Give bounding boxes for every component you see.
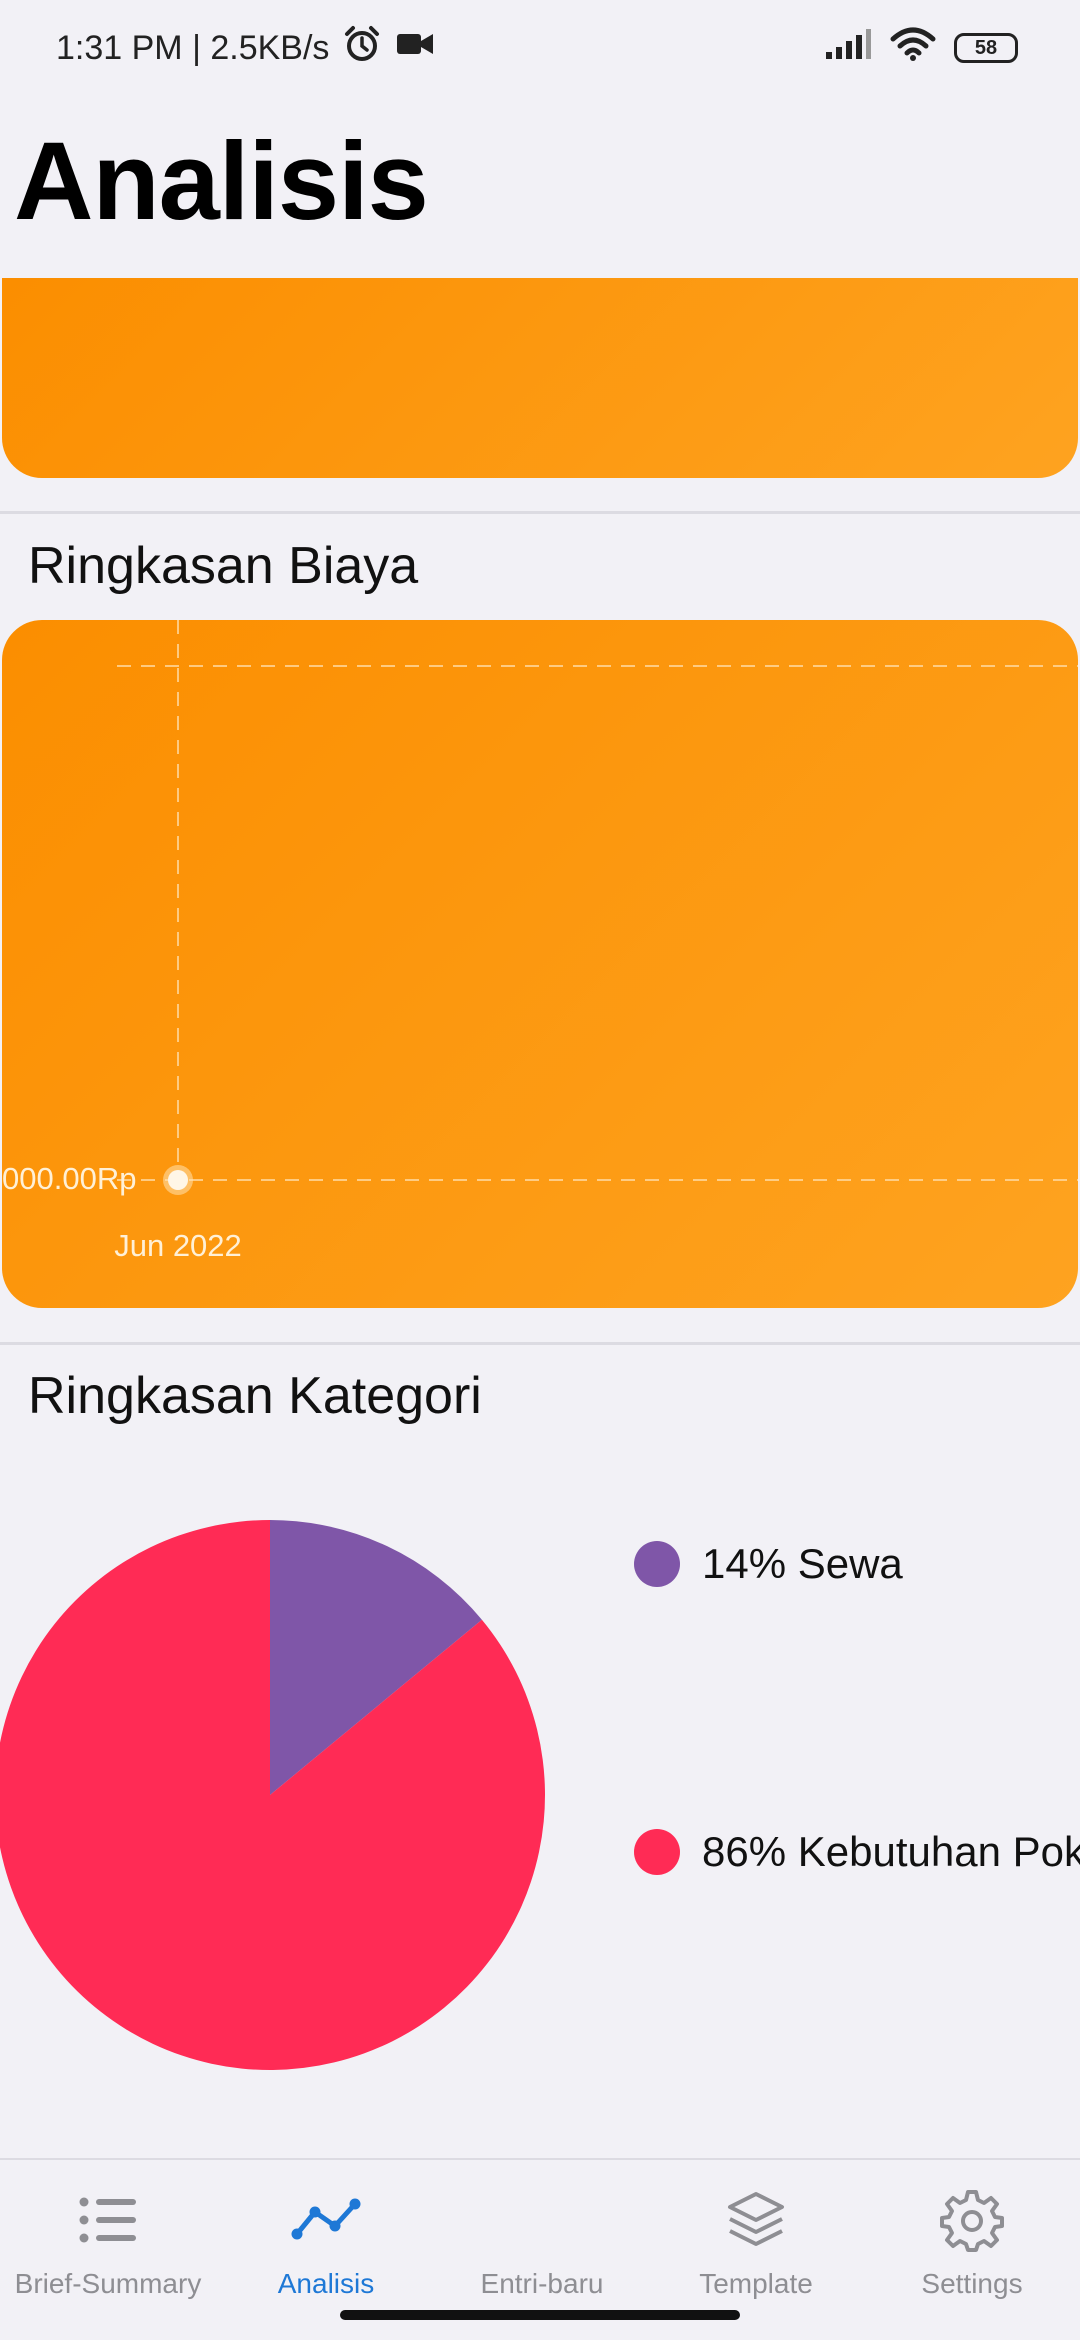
tab-label: Brief-Summary bbox=[14, 2268, 202, 2299]
video-camera-icon bbox=[395, 29, 435, 68]
tab-brief-summary[interactable]: Brief-Summary bbox=[0, 2182, 216, 2322]
tab-label: Entri-baru bbox=[480, 2268, 604, 2299]
home-indicator[interactable] bbox=[340, 2310, 740, 2320]
battery-icon: 58 bbox=[954, 33, 1018, 63]
tab-template[interactable]: Template bbox=[648, 2182, 864, 2322]
legend-dot-sewa bbox=[634, 1541, 680, 1587]
tab-label: Analisis bbox=[277, 2268, 375, 2299]
status-right: 58 bbox=[824, 27, 1018, 70]
section-divider bbox=[0, 511, 1080, 514]
analysis-screen: 1:31 PM | 2.5KB/s 58 Analisis Ringkasan … bbox=[0, 0, 1080, 2340]
layers-icon bbox=[725, 2182, 787, 2258]
cost-summary-title: Ringkasan Biaya bbox=[28, 537, 419, 595]
category-summary-title: Ringkasan Kategori bbox=[28, 1367, 482, 1425]
legend-item-sewa: 14% Sewa bbox=[634, 1540, 1080, 1588]
y-tick-label: 000.00Rp bbox=[2, 1161, 136, 1196]
tab-label: Settings bbox=[921, 2268, 1023, 2299]
gear-icon bbox=[940, 2182, 1004, 2258]
cost-chart-svg: 000.00Rp Jun 2022 bbox=[2, 620, 1078, 1263]
cost-chart[interactable]: 000.00Rp Jun 2022 bbox=[2, 620, 1078, 1308]
chart-data-point bbox=[168, 1170, 188, 1190]
tab-analisis[interactable]: Analisis bbox=[218, 2182, 434, 2322]
signal-icon bbox=[824, 28, 872, 69]
tab-settings[interactable]: Settings bbox=[864, 2182, 1080, 2322]
wifi-icon bbox=[890, 27, 936, 70]
alarm-icon bbox=[343, 25, 381, 72]
status-bar: 1:31 PM | 2.5KB/s 58 bbox=[0, 0, 1080, 96]
status-left: 1:31 PM | 2.5KB/s bbox=[56, 25, 435, 72]
section-divider bbox=[0, 1342, 1080, 1345]
pie-legend: 14% Sewa 86% Kebutuhan Poko bbox=[634, 1540, 1080, 1876]
legend-item-kebutuhan-pokok: 86% Kebutuhan Poko bbox=[634, 1828, 1080, 1876]
tab-label: Template bbox=[699, 2268, 813, 2299]
page-title: Analisis bbox=[14, 120, 429, 243]
legend-dot-kebutuhan-pokok bbox=[634, 1829, 680, 1875]
list-icon bbox=[78, 2182, 138, 2258]
tab-entri-baru[interactable]: Entri-baru bbox=[434, 2182, 650, 2322]
x-tick-label: Jun 2022 bbox=[114, 1228, 242, 1263]
summary-card bbox=[2, 278, 1078, 478]
legend-label: 86% Kebutuhan Poko bbox=[702, 1828, 1080, 1875]
legend-label: 14% Sewa bbox=[702, 1540, 903, 1587]
category-pie-chart[interactable] bbox=[0, 1500, 600, 2080]
trend-line-icon bbox=[291, 2182, 361, 2258]
status-time-speed: 1:31 PM | 2.5KB/s bbox=[56, 28, 330, 67]
